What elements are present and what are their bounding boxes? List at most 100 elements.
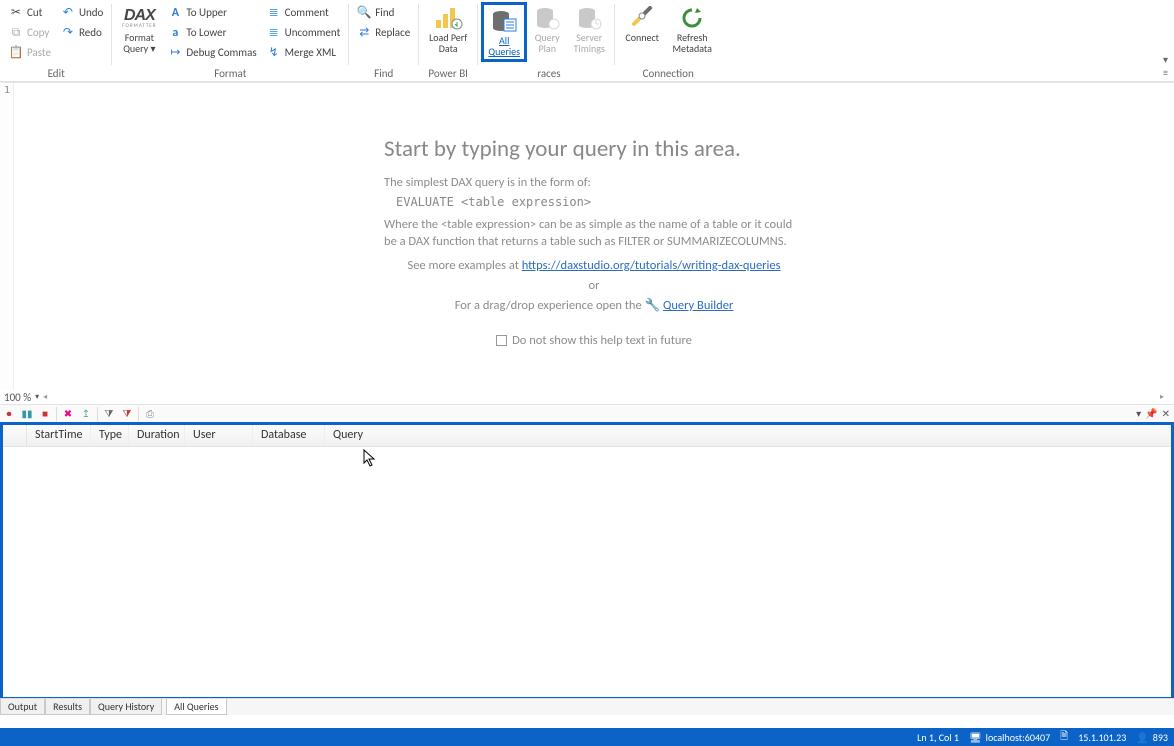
zoom-level[interactable]: 100 % bbox=[4, 391, 31, 404]
database-list-icon bbox=[488, 7, 520, 35]
ribbon-group-connection: Connect RefreshMetadata Connection bbox=[618, 2, 718, 80]
copy-icon: ⧉ bbox=[9, 26, 23, 40]
grid-col-query[interactable]: Query bbox=[325, 425, 1171, 446]
undo-label: Undo bbox=[79, 6, 103, 19]
to-upper-button[interactable]: A To Upper bbox=[165, 3, 259, 22]
undo-icon: ↶ bbox=[61, 6, 75, 20]
tab-all-queries[interactable]: All Queries bbox=[166, 699, 226, 715]
hide-help-checkbox[interactable] bbox=[496, 335, 507, 346]
hscroll-right-icon[interactable]: ▸ bbox=[1160, 392, 1170, 402]
copy-trace-icon[interactable]: ⎙ bbox=[143, 407, 157, 421]
connect-icon bbox=[626, 4, 658, 32]
undo-button[interactable]: ↶ Undo bbox=[58, 3, 106, 22]
comment-button[interactable]: ≣ Comment bbox=[264, 3, 344, 22]
connect-label: Connect bbox=[625, 31, 659, 44]
pane-pin-icon[interactable]: 📌 bbox=[1145, 407, 1157, 420]
cut-button[interactable]: ✂Cut bbox=[6, 3, 54, 22]
tutorials-link[interactable]: https://daxstudio.org/tutorials/writing-… bbox=[522, 258, 781, 273]
hint-p4a: For a drag/drop experience open the bbox=[455, 298, 645, 313]
load-perf-data-button[interactable]: Load PerfData bbox=[422, 2, 474, 56]
comment-label: Comment bbox=[285, 6, 329, 19]
paste-button[interactable]: 📋Paste bbox=[6, 43, 54, 62]
editor-gutter: 1 bbox=[0, 83, 14, 390]
query-builder-link[interactable]: Query Builder bbox=[663, 298, 733, 313]
clear-icon[interactable]: ✖ bbox=[61, 407, 75, 421]
to-lower-button[interactable]: aTo Lower bbox=[165, 23, 259, 42]
doc-icon: 🗎 bbox=[1060, 729, 1068, 746]
grid-body[interactable] bbox=[3, 447, 1171, 697]
uncomment-icon: ≣ bbox=[267, 26, 281, 40]
pane-close-icon[interactable]: ✕ bbox=[1162, 407, 1170, 420]
hide-help-label: Do not show this help text in future bbox=[512, 333, 692, 348]
tab-query-history[interactable]: Query History bbox=[90, 699, 162, 715]
all-queries-label2: Queries bbox=[488, 45, 520, 58]
status-users-text: 893 bbox=[1153, 731, 1168, 744]
format-query-label2: Query bbox=[123, 42, 148, 55]
copy-button[interactable]: ⧉ Copy bbox=[6, 23, 54, 42]
editor-pane: 1 Start by typing your query in this are… bbox=[0, 82, 1174, 404]
all-queries-grid: StartTime Type Duration User Database Qu… bbox=[0, 422, 1174, 698]
grid-rowselector-header[interactable] bbox=[3, 425, 27, 446]
stop-icon[interactable]: ■ bbox=[38, 407, 52, 421]
user-icon: 👤 bbox=[1136, 731, 1148, 744]
connect-button[interactable]: Connect bbox=[618, 2, 666, 56]
pause-icon[interactable]: ▮▮ bbox=[20, 407, 34, 421]
ribbon-group-edit: ✂Cut ⧉ Copy 📋Paste ↶ Undo ↷Redo Edit bbox=[4, 2, 108, 80]
wrench-icon: 🔧 bbox=[645, 298, 661, 313]
refresh-metadata-button[interactable]: RefreshMetadata bbox=[666, 2, 718, 56]
all-queries-button[interactable]: AllQueries bbox=[481, 2, 527, 62]
merge-xml-button[interactable]: ↯Merge XML bbox=[264, 43, 344, 62]
editor-hint: Start by typing your query in this area.… bbox=[384, 135, 804, 353]
paste-label: Paste bbox=[27, 46, 51, 59]
grid-col-type[interactable]: Type bbox=[91, 425, 129, 446]
find-label: Find bbox=[375, 6, 394, 19]
uncomment-button[interactable]: ≣ Uncomment bbox=[264, 23, 344, 42]
format-query-button[interactable]: DAX FORMATTER FormatQuery ▾ bbox=[115, 2, 163, 56]
bottom-tabstrip: Output Results Query History All Queries bbox=[0, 698, 1174, 715]
grid-col-database[interactable]: Database bbox=[253, 425, 325, 446]
filter-clear-icon[interactable]: ⧩ bbox=[120, 407, 134, 421]
server-timings-button[interactable]: ServerTimings bbox=[567, 2, 611, 56]
debug-commas-icon: ↦ bbox=[168, 46, 182, 60]
status-host: localhost:60407 bbox=[986, 731, 1051, 744]
hint-p2: Where the <table expression> can be as s… bbox=[384, 217, 804, 250]
to-lower-label: To Lower bbox=[186, 26, 226, 39]
filter-icon[interactable]: ⧩ bbox=[102, 407, 116, 421]
pane-menu-icon[interactable]: ▾ bbox=[1136, 407, 1141, 420]
dropdown-icon: ▾ bbox=[150, 42, 155, 55]
zoom-dropdown-icon[interactable]: ▾ bbox=[35, 392, 39, 402]
ribbon-options-toggle[interactable]: ▾≡ bbox=[1163, 53, 1168, 79]
replace-icon: ⇄ bbox=[357, 26, 371, 40]
find-button[interactable]: 🔍Find bbox=[354, 3, 413, 22]
merge-xml-icon: ↯ bbox=[267, 46, 281, 60]
query-plan-label2: Plan bbox=[538, 42, 556, 55]
uppercase-icon: A bbox=[168, 6, 182, 20]
query-plan-icon bbox=[531, 4, 563, 32]
trace-toolbar: ⏺ ▮▮ ■ ✖ ↥ ⧩ ⧩ ⎙ ▾ 📌 ✕ bbox=[0, 404, 1174, 422]
redo-button[interactable]: ↷Redo bbox=[58, 23, 106, 42]
status-version-text: 15.1.101.23 bbox=[1078, 731, 1126, 744]
ribbon-group-edit-label: Edit bbox=[4, 66, 108, 80]
status-bar: Ln 1, Col 1 🖥localhost:60407 🗎 15.1.101.… bbox=[0, 728, 1174, 746]
query-plan-button[interactable]: QueryPlan bbox=[527, 2, 567, 56]
comment-icon: ≣ bbox=[267, 6, 281, 20]
export-up-icon[interactable]: ↥ bbox=[79, 407, 93, 421]
uncomment-label: Uncomment bbox=[285, 26, 341, 39]
grid-col-starttime[interactable]: StartTime bbox=[27, 425, 91, 446]
to-upper-label: To Upper bbox=[186, 6, 227, 19]
record-icon[interactable]: ⏺ bbox=[2, 407, 16, 421]
grid-col-user[interactable]: User bbox=[185, 425, 253, 446]
ribbon-group-find: 🔍Find ⇄Replace Find bbox=[352, 2, 415, 80]
query-editor[interactable]: Start by typing your query in this area.… bbox=[14, 83, 1174, 390]
tab-output[interactable]: Output bbox=[0, 699, 45, 715]
ribbon-group-format-label: Format bbox=[115, 66, 345, 80]
hscroll-left-icon[interactable]: ◂ bbox=[43, 392, 53, 402]
copy-label: Copy bbox=[27, 26, 49, 39]
status-users: 👤 893 bbox=[1136, 731, 1168, 744]
tab-results[interactable]: Results bbox=[45, 699, 90, 715]
replace-button[interactable]: ⇄Replace bbox=[354, 23, 413, 42]
grid-col-duration[interactable]: Duration bbox=[129, 425, 185, 446]
debug-commas-button[interactable]: ↦Debug Commas bbox=[165, 43, 259, 62]
status-version: 15.1.101.23 bbox=[1078, 731, 1126, 744]
hscroll-track[interactable] bbox=[57, 392, 1170, 402]
